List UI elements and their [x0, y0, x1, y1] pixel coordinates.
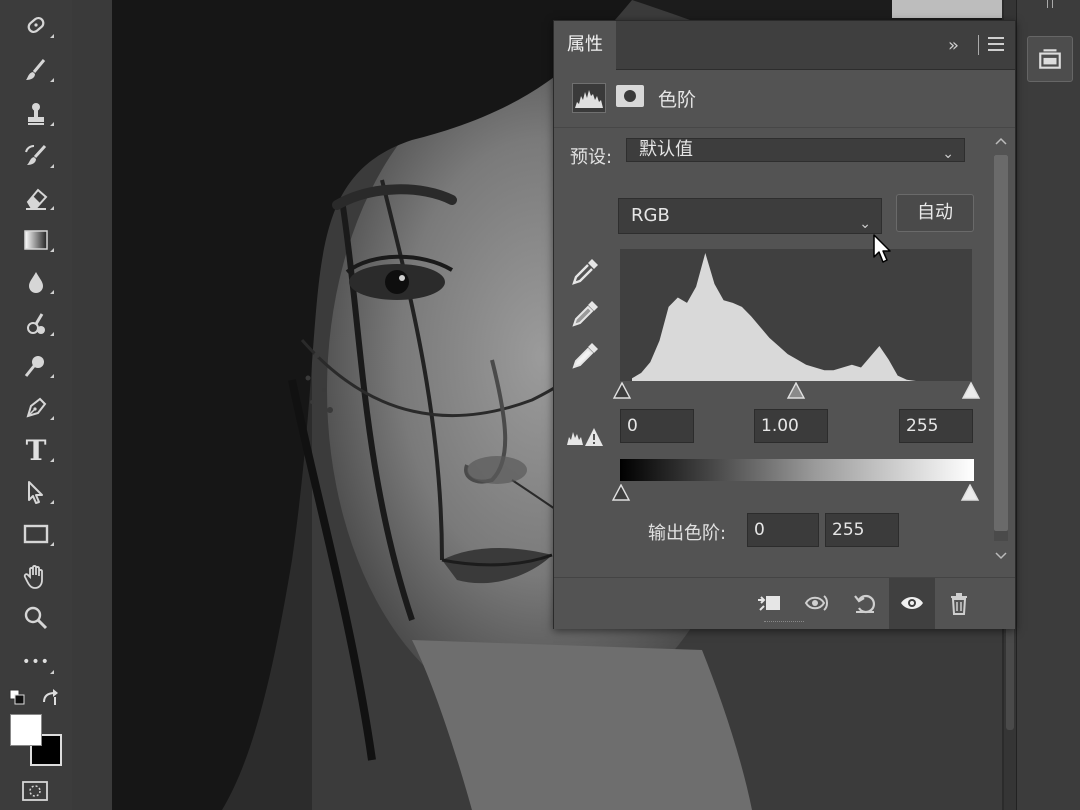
channel-dropdown[interactable]: RGB ⌄	[618, 198, 882, 234]
scroll-down-icon[interactable]	[990, 545, 1012, 565]
output-white-field[interactable]: 255	[825, 513, 899, 547]
chevron-down-icon: ⌄	[859, 216, 871, 232]
color-swatches[interactable]	[10, 714, 62, 766]
canvas-scrollbar-thumb[interactable]	[1006, 620, 1014, 730]
preset-dropdown[interactable]: 默认值 ⌄	[626, 138, 965, 162]
channel-value: RGB	[631, 205, 670, 226]
type-icon[interactable]: T	[16, 432, 56, 468]
chevron-down-icon: ⌄	[942, 146, 954, 162]
scroll-up-icon[interactable]	[990, 131, 1012, 151]
collapse-panel-icon[interactable]: »	[948, 35, 959, 56]
preset-label: 预设:	[570, 147, 613, 168]
spot-healing-brush-icon[interactable]	[16, 8, 56, 44]
mouse-cursor-icon	[873, 234, 891, 263]
histogram-area	[632, 253, 916, 381]
preset-value: 默认值	[639, 139, 693, 160]
view-previous-state-icon[interactable]	[804, 590, 830, 616]
levels-adjustment-icon[interactable]	[572, 83, 606, 113]
output-black-field[interactable]: 0	[747, 513, 819, 547]
auto-button[interactable]: 自动	[896, 194, 974, 232]
panel-resize-grip[interactable]	[764, 621, 804, 626]
default-colors-icon[interactable]	[40, 688, 62, 708]
scrollbar-thumb[interactable]	[994, 155, 1008, 531]
output-levels-label: 输出色阶:	[648, 523, 727, 544]
input-gamma-field[interactable]: 1.00	[754, 409, 828, 443]
hand-icon[interactable]	[16, 558, 56, 594]
blur-icon[interactable]	[16, 264, 56, 300]
input-black-field[interactable]: 0	[620, 409, 694, 443]
zoom-icon[interactable]	[16, 600, 56, 636]
adjustment-header: 色阶	[554, 69, 1015, 128]
levels-histogram	[620, 249, 972, 381]
panel-header: 属性 »	[554, 21, 1015, 70]
history-brush-icon[interactable]	[16, 138, 56, 174]
more-tools-icon[interactable]: •••	[16, 644, 56, 680]
smudge-icon[interactable]	[16, 306, 56, 342]
panel-menu-icon[interactable]	[988, 37, 1004, 55]
input-white-field[interactable]: 255	[899, 409, 973, 443]
tools-panel: T •••	[0, 0, 73, 810]
delete-icon[interactable]	[946, 590, 972, 616]
eraser-icon[interactable]	[16, 180, 56, 216]
clipping-warning-icon[interactable]	[566, 425, 604, 449]
clip-to-layer-icon[interactable]	[756, 590, 782, 616]
dock-grip-icon	[1047, 0, 1053, 8]
dodge-icon[interactable]	[16, 348, 56, 384]
layer-mask-icon[interactable]	[616, 85, 644, 107]
canvas-edge	[72, 0, 113, 810]
reset-icon[interactable]	[852, 590, 878, 616]
type-tool-glyph: T	[25, 433, 47, 467]
swap-colors-icon[interactable]	[8, 688, 28, 708]
header-divider	[978, 35, 979, 55]
libraries-panel-icon[interactable]	[1027, 36, 1073, 82]
output-gradient-bar	[620, 459, 974, 481]
gradient-icon[interactable]	[16, 222, 56, 258]
right-dock	[1016, 0, 1080, 810]
adjustment-title: 色阶	[658, 89, 697, 111]
properties-panel: 属性 » 色阶 预设: 默认值 ⌄ RGB ⌄ 自动 0 1.00 255 输出…	[553, 20, 1016, 629]
more-glyph: •••	[22, 654, 50, 670]
white-point-eyedropper-icon[interactable]	[568, 339, 602, 373]
pen-icon[interactable]	[16, 390, 56, 426]
gray-point-eyedropper-icon[interactable]	[568, 297, 602, 331]
rectangle-icon[interactable]	[16, 516, 56, 552]
brush-icon[interactable]	[16, 52, 56, 88]
foreground-color-swatch[interactable]	[10, 714, 42, 746]
panel-scrollbar[interactable]	[990, 131, 1012, 571]
quick-mask-icon[interactable]	[22, 780, 48, 802]
black-point-eyedropper-icon[interactable]	[568, 255, 602, 289]
eye-icon[interactable]	[899, 590, 925, 616]
tab-properties[interactable]: 属性	[554, 21, 616, 70]
histogram-graph	[632, 253, 916, 381]
path-selection-icon[interactable]	[16, 474, 56, 510]
clone-stamp-icon[interactable]	[16, 96, 56, 132]
